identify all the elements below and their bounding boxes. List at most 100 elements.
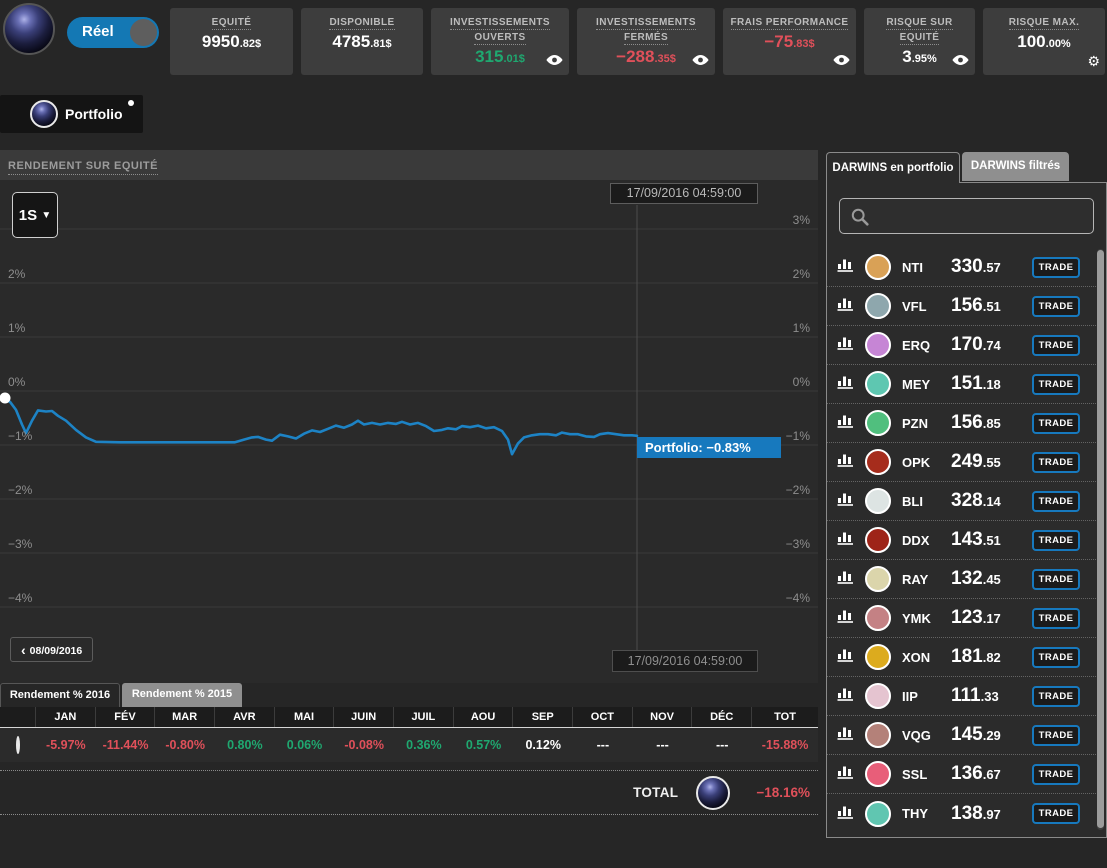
eye-icon[interactable]	[833, 55, 850, 65]
darwin-color-dot	[865, 722, 891, 748]
bar-chart-icon-wrap[interactable]	[837, 725, 854, 745]
bar-chart-icon-wrap[interactable]	[837, 686, 854, 706]
tab-portfolio[interactable]: Portfolio	[0, 95, 143, 133]
chart-back-button[interactable]: ‹ 08/09/2016	[10, 637, 94, 662]
darwin-ticker: YMK	[902, 610, 931, 626]
tab-returns-2016[interactable]: Rendement % 2016	[0, 683, 120, 707]
eye-icon-wrap[interactable]	[546, 52, 563, 70]
trade-button-iip[interactable]: TRADE	[1032, 685, 1080, 707]
scrollbar-track[interactable]	[1097, 249, 1104, 830]
eye-icon-wrap[interactable]	[952, 52, 969, 70]
bar-chart-icon-wrap[interactable]	[837, 452, 854, 472]
darwin-row-xon[interactable]: XON 181.82 TRADE	[827, 638, 1096, 677]
tab-darwins-filtered[interactable]: DARWINS filtrés	[962, 152, 1069, 181]
darwin-row-ray[interactable]: RAY 132.45 TRADE	[827, 560, 1096, 599]
darwin-row-ddx[interactable]: DDX 143.51 TRADE	[827, 521, 1096, 560]
darwin-row-vqg[interactable]: VQG 145.29 TRADE	[827, 716, 1096, 755]
darwin-price: 136.67	[951, 763, 1001, 785]
search-input[interactable]	[876, 200, 1089, 232]
equity-return-panel: RENDEMENT SUR EQUITÉ 2% 1% 0% −1% −2% −3% −4% 3…	[0, 150, 818, 683]
darwin-color-dot	[865, 644, 891, 670]
account-mode-toggle[interactable]: Réel	[67, 17, 159, 48]
trade-button-pzn[interactable]: TRADE	[1032, 412, 1080, 434]
eye-icon[interactable]	[546, 55, 563, 65]
trade-button-opk[interactable]: TRADE	[1032, 451, 1080, 473]
darwin-color-dot	[865, 410, 891, 436]
chart-canvas	[0, 205, 818, 668]
bar-chart-icon-wrap[interactable]	[837, 530, 854, 550]
darwin-row-erq[interactable]: ERQ 170.74 TRADE	[827, 326, 1096, 365]
crosshair-date-bottom: 17/09/2016 04:59:00	[612, 650, 758, 672]
darwin-ticker: SSL	[902, 766, 928, 782]
darwin-row-ymk[interactable]: YMK 123.17 TRADE	[827, 599, 1096, 638]
trade-button-nti[interactable]: TRADE	[1032, 256, 1080, 278]
bar-chart-icon-wrap[interactable]	[837, 647, 854, 667]
darwin-price-dec: .14	[982, 494, 1001, 509]
darwin-row-nti[interactable]: NTI 330.57 TRADE	[827, 248, 1096, 287]
tab-returns-2015[interactable]: Rendement % 2015	[122, 683, 242, 707]
eye-icon[interactable]	[952, 55, 969, 65]
trade-button-mey[interactable]: TRADE	[1032, 373, 1080, 395]
trade-button-vqg[interactable]: TRADE	[1032, 724, 1080, 746]
scrollbar-thumb[interactable]	[1097, 250, 1104, 828]
trade-button-ray[interactable]: TRADE	[1032, 568, 1080, 590]
darwin-price-dec: .29	[982, 728, 1001, 743]
darwin-price: 249.55	[951, 451, 1001, 473]
bar-chart-icon	[837, 415, 853, 428]
returns-tabs: Rendement % 2016 Rendement % 2015	[0, 683, 818, 707]
darwin-color-dot	[865, 254, 891, 280]
column-header-nov: NOV	[632, 707, 693, 727]
tab-darwins-portfolio[interactable]: DARWINS en portfolio	[826, 152, 960, 183]
stat-value: 9950.82$	[176, 32, 287, 52]
trade-button-vfl[interactable]: TRADE	[1032, 295, 1080, 317]
trade-button-ymk[interactable]: TRADE	[1032, 607, 1080, 629]
darwin-row-pzn[interactable]: PZN 156.85 TRADE	[827, 404, 1096, 443]
stat-label: RISQUE MAX.	[989, 15, 1099, 30]
eye-icon-wrap[interactable]	[692, 52, 709, 70]
bar-chart-icon-wrap[interactable]	[837, 491, 854, 511]
darwin-ticker: IIP	[902, 688, 918, 704]
trade-button-ddx[interactable]: TRADE	[1032, 529, 1080, 551]
bar-chart-icon-wrap[interactable]	[837, 374, 854, 394]
month-value: -0.08%	[344, 738, 384, 752]
darwin-row-bli[interactable]: BLI 328.14 TRADE	[827, 482, 1096, 521]
bar-chart-icon-wrap[interactable]	[837, 413, 854, 433]
darwin-color-dot	[865, 605, 891, 631]
bar-chart-icon-wrap[interactable]	[837, 257, 854, 277]
bar-chart-icon-wrap[interactable]	[837, 804, 854, 824]
darwin-row-mey[interactable]: MEY 151.18 TRADE	[827, 365, 1096, 404]
range-selector-button[interactable]: 1S ▼	[12, 192, 58, 238]
trade-button-erq[interactable]: TRADE	[1032, 334, 1080, 356]
stat-label-text: DISPONIBLE	[329, 17, 395, 30]
darwin-row-thy[interactable]: THY 138.97 TRADE	[827, 794, 1096, 833]
trade-button-bli[interactable]: TRADE	[1032, 490, 1080, 512]
bar-chart-icon	[837, 493, 853, 506]
trade-button-thy[interactable]: TRADE	[1032, 803, 1080, 824]
month-value: 0.80%	[227, 738, 263, 752]
stat-value: −288.35$	[583, 47, 709, 67]
bar-chart-icon-wrap[interactable]	[837, 296, 854, 316]
portfolio-avatar	[30, 100, 58, 128]
darwin-price: 138.97	[951, 803, 1001, 825]
eye-icon-wrap[interactable]	[833, 52, 850, 70]
darwin-row-vfl[interactable]: VFL 156.51 TRADE	[827, 287, 1096, 326]
darwin-row-ssl[interactable]: SSL 136.67 TRADE	[827, 755, 1096, 794]
eye-icon[interactable]	[692, 55, 709, 65]
stat-value-dec: .95%	[911, 53, 937, 65]
toggle-knob[interactable]	[130, 19, 157, 46]
trade-button-ssl[interactable]: TRADE	[1032, 763, 1080, 785]
y-axis-label-left: 2%	[8, 267, 26, 281]
bar-chart-icon-wrap[interactable]	[837, 608, 854, 628]
stat-label: INVESTISSEMENTS OUVERTS	[437, 15, 563, 45]
bar-chart-icon-wrap[interactable]	[837, 764, 854, 784]
darwins-sidebar: DARWINS en portfolio DARWINS filtrés NTI…	[826, 152, 1107, 838]
darwin-ticker: MEY	[902, 376, 931, 392]
darwin-row-opk[interactable]: OPK 249.55 TRADE	[827, 443, 1096, 482]
app-root: Réel EQUITÉ 9950.82$ DISPONIBLE 4785.81$ INV…	[0, 0, 1107, 868]
bar-chart-icon-wrap[interactable]	[837, 335, 854, 355]
trade-button-xon[interactable]: TRADE	[1032, 646, 1080, 668]
gear-icon[interactable]: ⚙	[1087, 54, 1100, 68]
darwin-row-iip[interactable]: IIP 111.33 TRADE	[827, 677, 1096, 716]
bar-chart-icon-wrap[interactable]	[837, 569, 854, 589]
user-avatar[interactable]	[3, 3, 55, 55]
